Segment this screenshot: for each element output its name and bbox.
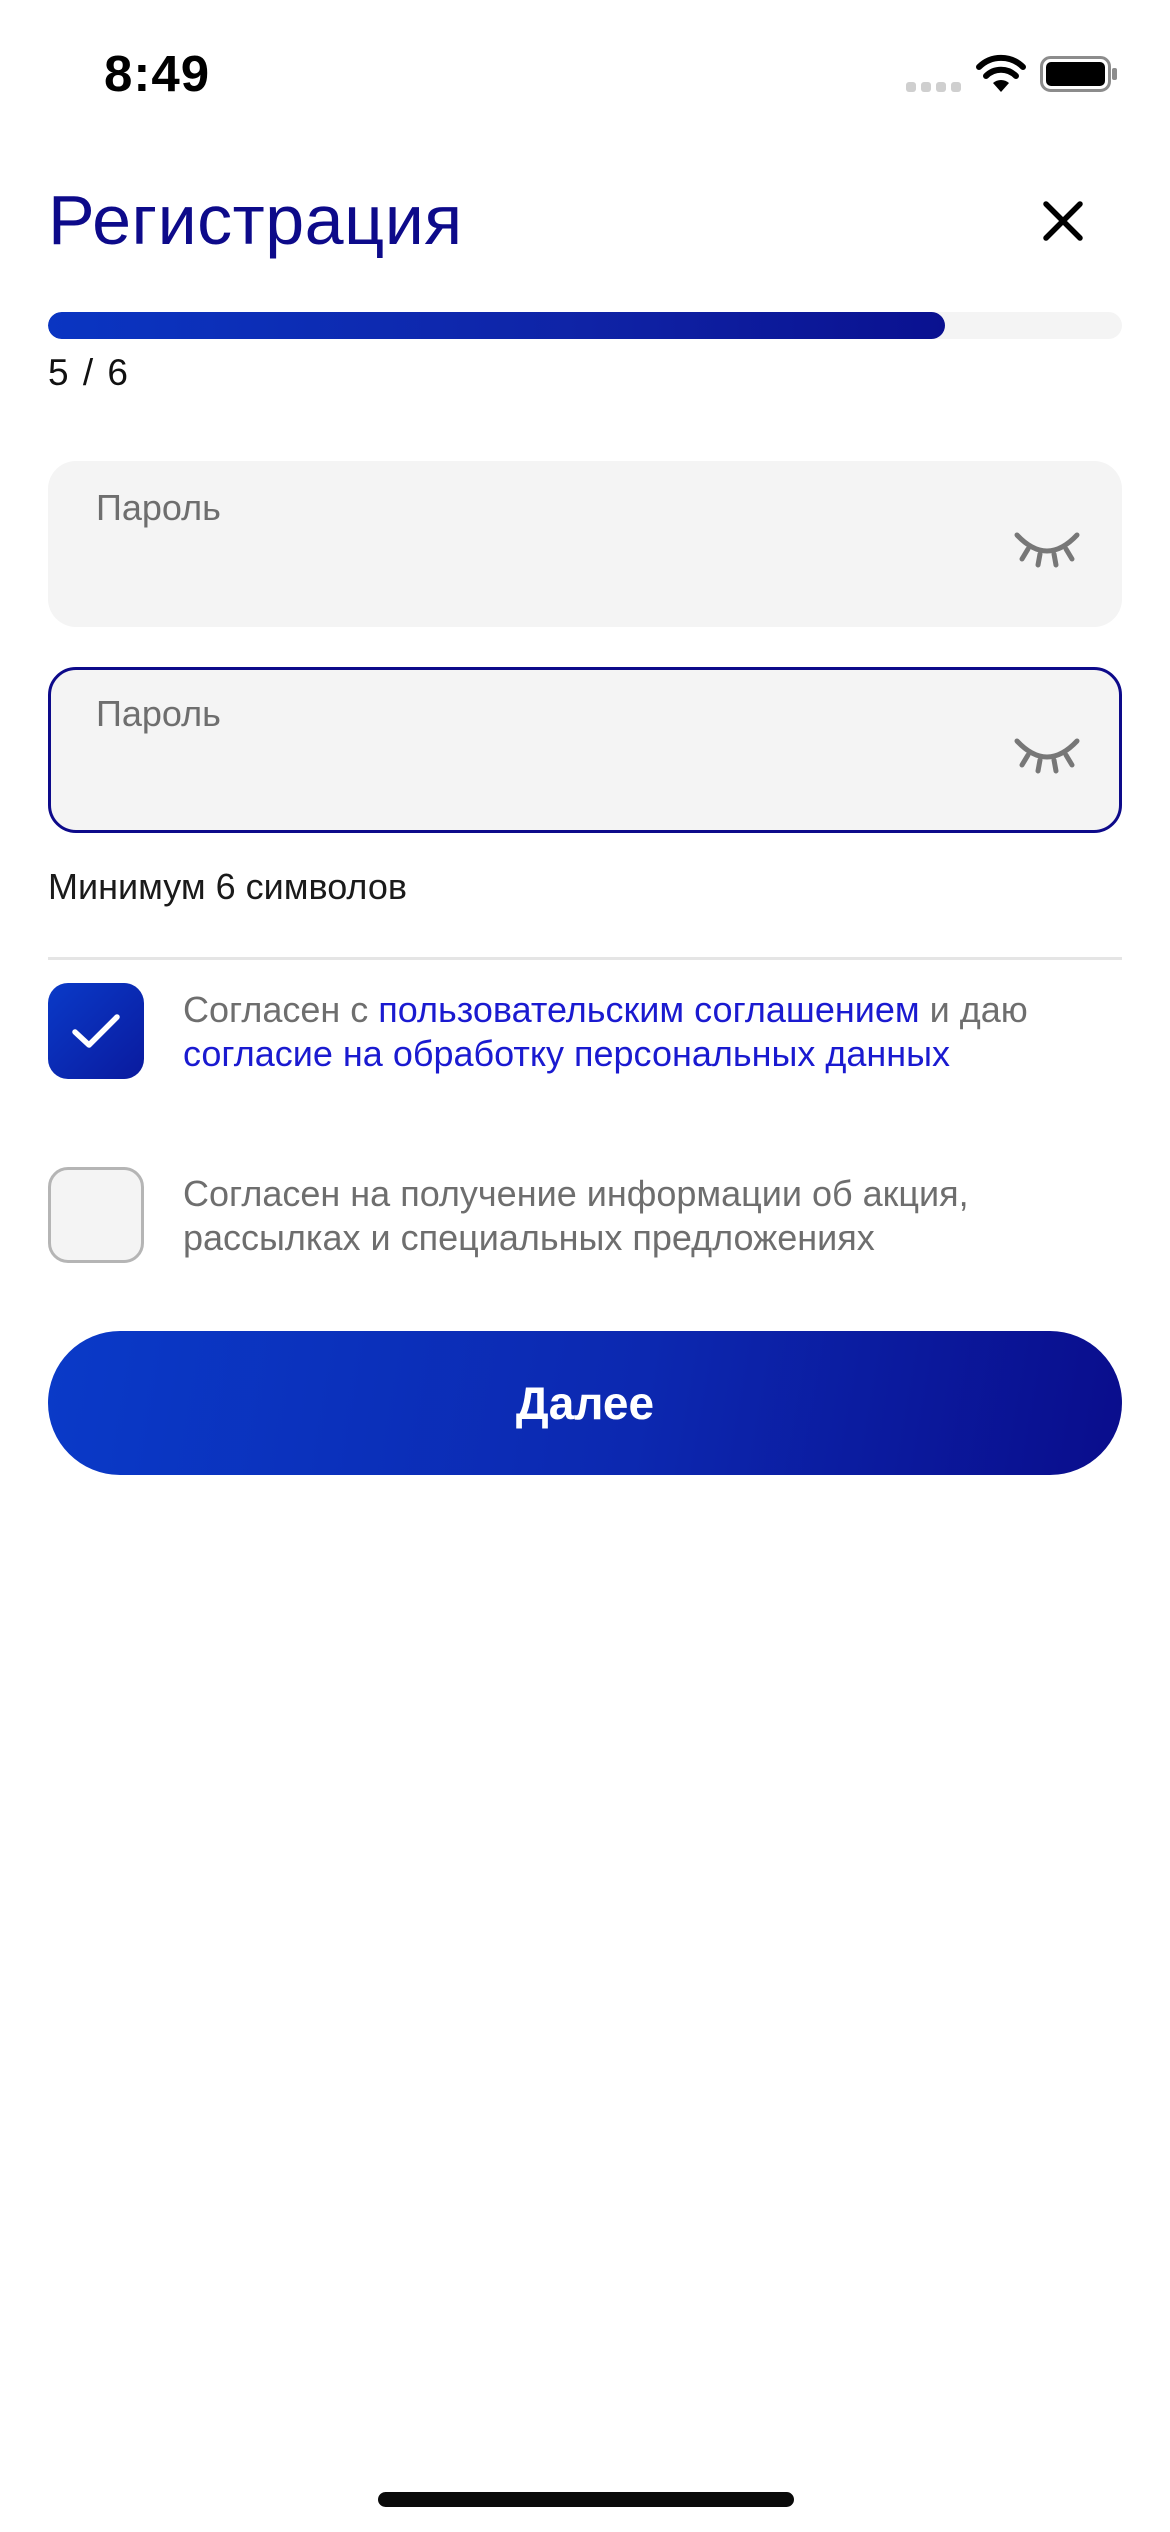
agreement-text-middle: и даю — [919, 989, 1028, 1030]
marketing-checkbox[interactable] — [48, 1167, 144, 1263]
home-indicator — [378, 2492, 794, 2507]
close-icon — [1043, 201, 1083, 241]
cellular-signal-icon — [906, 82, 961, 92]
agreement-checkbox[interactable] — [48, 983, 144, 1079]
progress-bar — [48, 312, 1122, 339]
marketing-consent-text: Согласен на получение информации об акци… — [183, 1173, 969, 1258]
password-confirm-field[interactable]: Пароль — [48, 667, 1122, 833]
personal-data-link[interactable]: согласие на обработку персональных данны… — [183, 1033, 950, 1074]
close-button[interactable] — [1030, 188, 1096, 254]
page-title: Регистрация — [48, 181, 463, 259]
terms-link[interactable]: пользовательским соглашением — [378, 989, 919, 1030]
eye-closed-icon[interactable] — [1012, 733, 1082, 777]
password-confirm-field-label: Пароль — [96, 693, 221, 734]
progress-bar-fill — [48, 312, 945, 339]
divider — [48, 957, 1122, 960]
password-confirm-input[interactable] — [99, 754, 1003, 806]
eye-closed-icon[interactable] — [1012, 527, 1082, 571]
progress-step-text: 5 / 6 — [48, 352, 130, 393]
next-button[interactable]: Далее — [48, 1331, 1122, 1475]
status-bar: 8:49 — [0, 0, 1170, 150]
battery-icon — [1040, 56, 1117, 92]
status-time: 8:49 — [104, 45, 211, 102]
wifi-icon — [976, 54, 1026, 92]
agreement-text-before: Согласен с — [183, 989, 379, 1030]
password-input[interactable] — [96, 545, 1000, 597]
checkmark-icon — [72, 1014, 120, 1048]
password-hint: Минимум 6 символов — [48, 866, 407, 907]
agreement-consent-text: Согласен с пользовательским соглашением … — [183, 988, 1123, 1076]
password-field[interactable]: Пароль — [48, 461, 1122, 627]
password-field-label: Пароль — [96, 487, 221, 528]
